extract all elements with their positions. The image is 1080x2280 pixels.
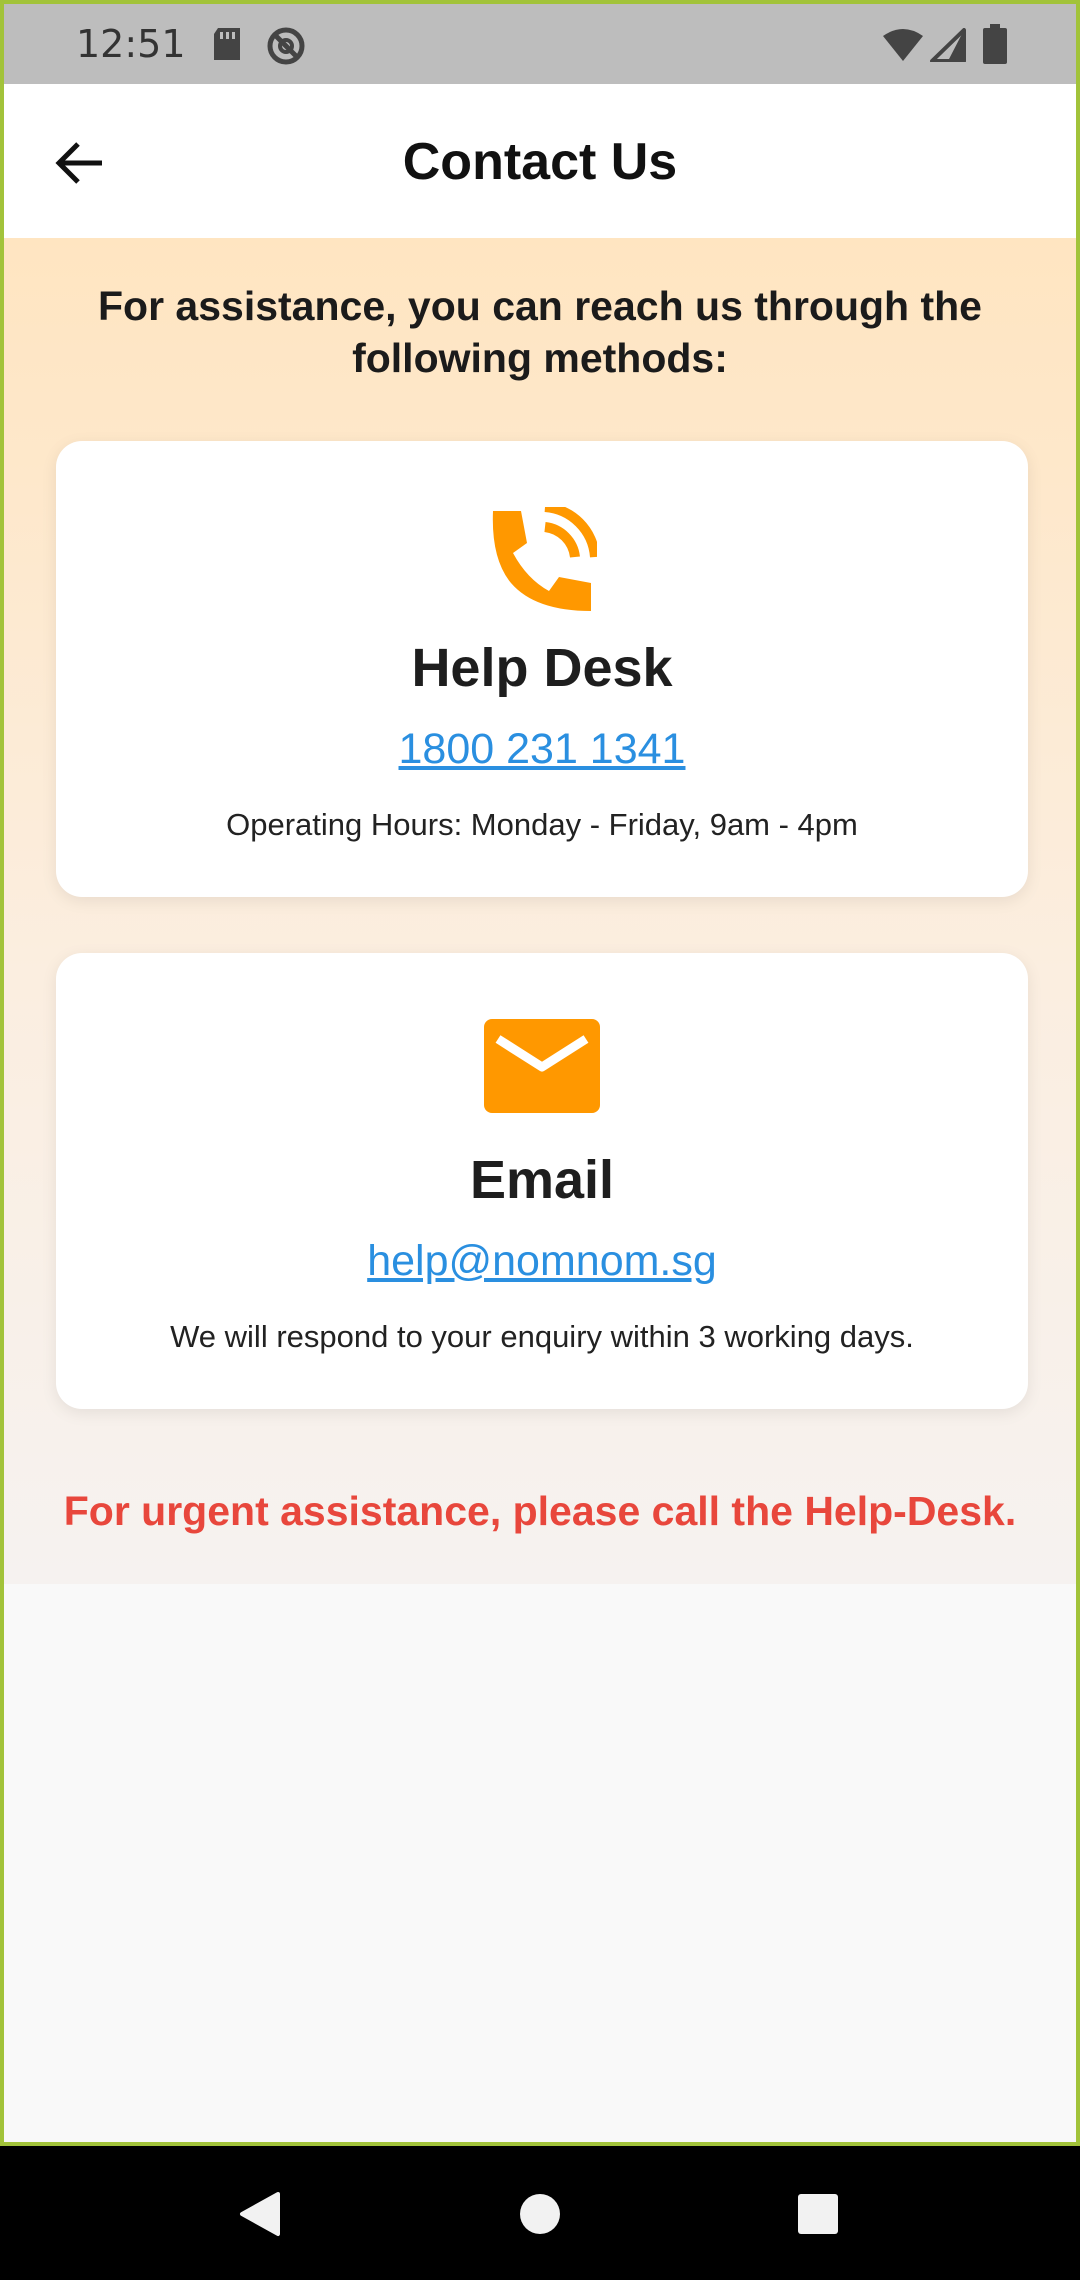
navigation-bar — [0, 2146, 1080, 2280]
phone-call-icon — [56, 507, 1028, 617]
intro-text: For assistance, you can reach us through… — [97, 283, 982, 381]
home-circle-icon — [518, 2192, 562, 2241]
app-bar: Contact Us — [4, 84, 1076, 238]
email-icon — [56, 1019, 1028, 1113]
nav-back-button[interactable] — [230, 2186, 290, 2246]
email-response-note: We will respond to your enquiry within 3… — [170, 1319, 914, 1354]
cellular-signal-icon — [930, 28, 966, 67]
screen-frame: 12:51 Contact Us For assistance, you can… — [0, 0, 1080, 2146]
battery-icon — [982, 24, 1008, 69]
status-bar: 12:51 — [4, 4, 1076, 84]
email-card: Email help@nomnom.sg We will respond to … — [56, 953, 1028, 1409]
nav-home-button[interactable] — [510, 2186, 570, 2246]
urgent-assistance-text: For urgent assistance, please call the H… — [63, 1488, 1017, 1534]
back-triangle-icon — [238, 2190, 282, 2243]
content-area: For assistance, you can reach us through… — [4, 238, 1076, 1584]
email-address-link[interactable]: help@nomnom.sg — [56, 1237, 1028, 1286]
wifi-icon — [882, 28, 924, 67]
recents-square-icon — [797, 2193, 839, 2240]
do-not-disturb-icon — [266, 26, 306, 71]
help-desk-hours: Operating Hours: Monday - Friday, 9am - … — [226, 807, 858, 842]
status-time: 12:51 — [76, 22, 186, 66]
page-title: Contact Us — [402, 133, 678, 191]
nav-recents-button[interactable] — [788, 2186, 848, 2246]
help-desk-phone-link[interactable]: 1800 231 1341 — [56, 725, 1028, 774]
sd-card-icon — [210, 26, 244, 67]
help-desk-card: Help Desk 1800 231 1341 Operating Hours:… — [56, 441, 1028, 897]
help-desk-title: Help Desk — [411, 638, 673, 698]
email-title: Email — [469, 1150, 615, 1210]
